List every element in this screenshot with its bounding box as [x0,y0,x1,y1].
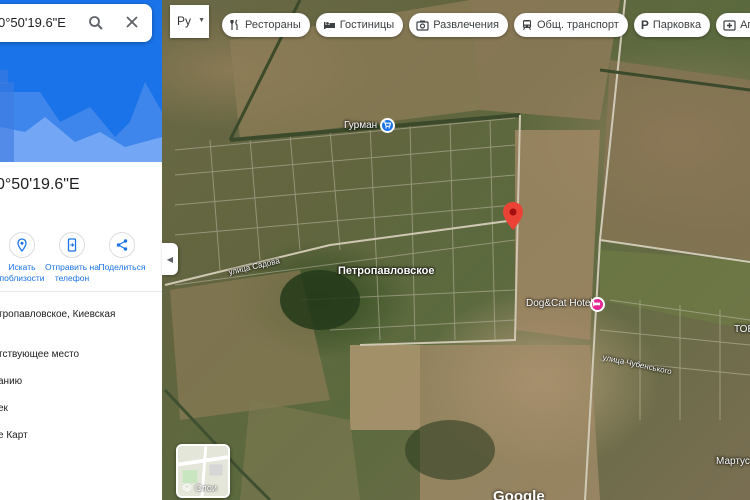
camera-icon [416,20,429,31]
pharmacy-icon [723,20,736,31]
info-row-missing-place[interactable]: тствующее место [0,349,79,360]
chip-entertainment[interactable]: Развлечения [409,13,508,37]
action-buttons: Искать поблизости Отправить на телефон П… [0,232,162,290]
hotel-poi-icon[interactable] [590,297,605,312]
place-label-martus[interactable]: Мартус [716,456,750,467]
nearby-icon [17,238,27,252]
side-panel: 0°50'19.6"E 0°50'19.6"E Искать поблизост… [0,0,162,500]
chip-label: Гостиницы [339,19,395,31]
chip-label: Развлечения [433,19,499,31]
chip-restaurants[interactable]: Рестораны [222,13,310,37]
chip-hotels[interactable]: Гостиницы [315,13,404,37]
layers-button[interactable]: Слои [176,444,230,498]
place-label-gurman[interactable]: Гурман [344,120,377,131]
share-icon [116,239,128,251]
divider [0,291,162,292]
hero-skyline [0,70,162,162]
layers-icon [182,483,192,492]
nearby-circle [9,232,35,258]
chip-label: Аптеки [740,19,750,31]
hotel-icon [323,22,335,29]
chip-label: Общ. транспорт [536,19,619,31]
location-pin-icon[interactable] [503,202,523,230]
info-row-maps-history[interactable]: е Карт [0,430,28,441]
search-input[interactable]: 0°50'19.6"E [0,15,66,30]
language-label: Ру [177,14,192,28]
info-row-address[interactable]: тропавловское, Киевская [0,309,115,320]
chip-pharmacies[interactable]: Аптеки [716,13,750,37]
chip-transit[interactable]: Общ. транспорт [513,13,628,37]
nearby-label: Искать поблизости [0,262,45,283]
share-circle [109,232,135,258]
place-label-town[interactable]: Петропавловское [338,265,434,277]
phone-send-icon [67,238,77,252]
share-button[interactable]: Поделиться [93,232,151,273]
google-logo: Google [493,488,545,500]
chip-label: Парковка [652,19,702,31]
transit-icon [522,20,531,31]
language-button[interactable]: Ру ▼ [170,5,209,38]
layers-label: Слои [195,483,217,493]
collapse-panel-button[interactable]: ◀ [162,243,178,275]
place-label-tov[interactable]: ТОВ [734,324,750,335]
chevron-left-icon: ◀ [166,254,174,264]
chip-parking[interactable]: P Парковка [633,13,711,37]
send-to-phone-circle [59,232,85,258]
chip-label: Рестораны [245,19,301,31]
close-icon[interactable] [125,15,139,29]
info-row-add-business[interactable]: анию [0,376,22,387]
dropdown-arrow-icon: ▼ [198,17,205,24]
parking-icon: P [640,18,649,32]
place-label-dogcat-hotel[interactable]: Dog&Cat Hotel [526,298,593,309]
share-label: Поделиться [98,262,146,272]
place-title: 0°50'19.6"E [0,176,80,193]
info-row-label[interactable]: ек [0,403,8,414]
search-icon[interactable] [88,15,104,31]
shopping-cart-icon[interactable] [380,118,395,133]
search-box[interactable]: 0°50'19.6"E [0,4,152,42]
category-chips: Рестораны Гостиницы Развлечения Общ. тра… [222,13,750,37]
restaurant-icon [230,19,238,30]
layers-label-row: Слои [182,483,217,493]
